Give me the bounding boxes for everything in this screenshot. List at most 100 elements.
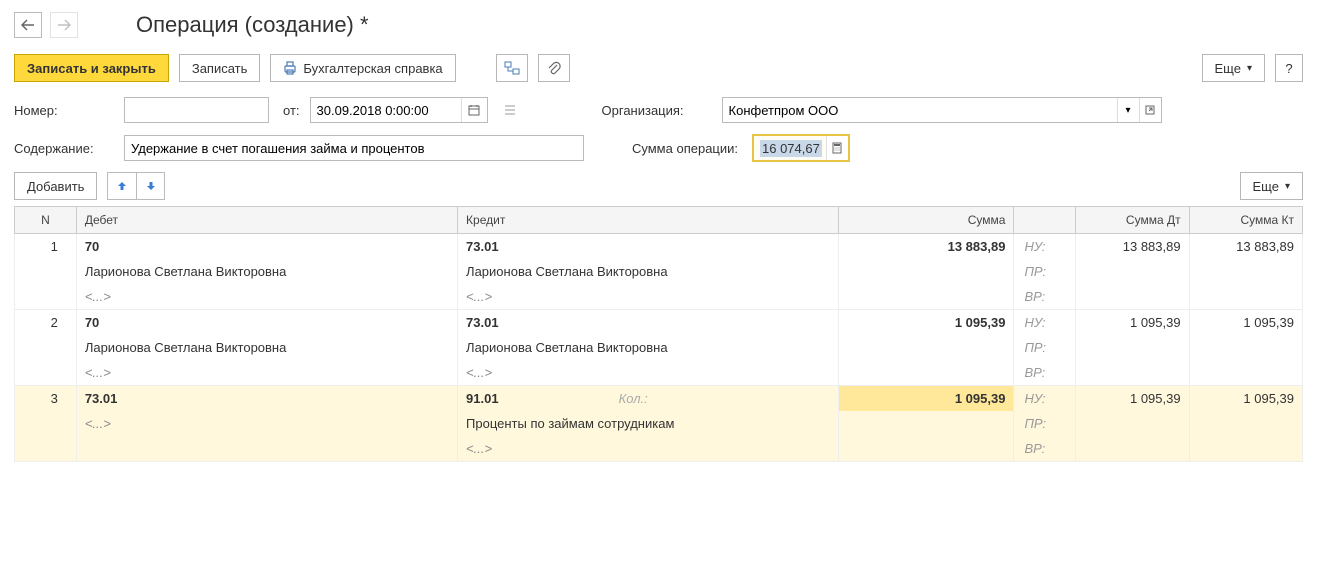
- cell-nu-dt[interactable]: 1 095,39: [1076, 310, 1189, 336]
- cell-vr-label: ВР:: [1014, 284, 1076, 310]
- date-input[interactable]: [311, 98, 461, 122]
- date-input-wrap: [310, 97, 488, 123]
- org-open-button[interactable]: [1139, 98, 1161, 122]
- list-icon: [503, 104, 517, 116]
- cell-credit-ph[interactable]: <...>: [458, 284, 839, 310]
- org-input-wrap: ▾: [722, 97, 1162, 123]
- calendar-button[interactable]: [461, 98, 487, 122]
- col-credit[interactable]: Кредит: [458, 207, 839, 234]
- cell-debit-ph[interactable]: <...>: [76, 360, 457, 386]
- col-sum[interactable]: Сумма: [839, 207, 1014, 234]
- sum-input[interactable]: 16 074,67: [760, 141, 826, 156]
- cell-credit-sub[interactable]: Ларионова Светлана Викторовна: [458, 335, 839, 360]
- col-lbl: [1014, 207, 1076, 234]
- cell-pr-label: ПР:: [1014, 335, 1076, 360]
- cell-debit-acc[interactable]: 70: [76, 310, 457, 336]
- date-label: от:: [283, 103, 300, 118]
- accounting-reference-label: Бухгалтерская справка: [303, 61, 442, 76]
- accounting-reference-button[interactable]: Бухгалтерская справка: [270, 54, 455, 82]
- attach-button[interactable]: [538, 54, 570, 82]
- printer-icon: [283, 61, 297, 75]
- table-more-button[interactable]: Еще: [1240, 172, 1303, 200]
- cell-pr-label: ПР:: [1014, 259, 1076, 284]
- cell-debit-ph[interactable]: <...>: [76, 284, 457, 310]
- table-row[interactable]: <...> ВР:: [15, 436, 1303, 462]
- col-sum-kt[interactable]: Сумма Кт: [1189, 207, 1302, 234]
- back-button[interactable]: [14, 12, 42, 38]
- save-button[interactable]: Записать: [179, 54, 261, 82]
- cell-nu-kt[interactable]: 1 095,39: [1189, 310, 1302, 336]
- sum-label: Сумма операции:: [632, 141, 742, 156]
- cell-pr-label: ПР:: [1014, 411, 1076, 436]
- table-row[interactable]: 17073.0113 883,89НУ:13 883,8913 883,89: [15, 234, 1303, 260]
- org-dropdown-button[interactable]: ▾: [1117, 98, 1139, 122]
- open-icon: [1145, 105, 1155, 115]
- cell-debit-sub[interactable]: Ларионова Светлана Викторовна: [76, 259, 457, 284]
- col-debit[interactable]: Дебет: [76, 207, 457, 234]
- cell-nu-label: НУ:: [1014, 386, 1076, 412]
- cell-sum[interactable]: 13 883,89: [839, 234, 1014, 260]
- move-row-group: [107, 172, 165, 200]
- dt-kt-button[interactable]: [496, 54, 528, 82]
- cell-credit-ph[interactable]: <...>: [458, 436, 839, 462]
- calendar-icon: [468, 104, 480, 116]
- arrow-down-icon: [145, 180, 157, 192]
- forward-button[interactable]: [50, 12, 78, 38]
- org-input[interactable]: [723, 98, 1117, 122]
- cell-n: 1: [15, 234, 77, 260]
- more-button[interactable]: Еще: [1202, 54, 1265, 82]
- help-button[interactable]: ?: [1275, 54, 1303, 82]
- form-row-1: Номер: от: Организация: ▾: [14, 96, 1303, 124]
- paperclip-icon: [547, 61, 561, 75]
- cell-nu-dt[interactable]: 1 095,39: [1076, 386, 1189, 412]
- arrow-up-icon: [116, 180, 128, 192]
- cell-credit-ph[interactable]: <...>: [458, 360, 839, 386]
- cell-n: 3: [15, 386, 77, 412]
- cell-sum[interactable]: 1 095,39: [839, 386, 1014, 412]
- cell-nu-kt[interactable]: 1 095,39: [1189, 386, 1302, 412]
- cell-credit-sub[interactable]: Ларионова Светлана Викторовна: [458, 259, 839, 284]
- content-input[interactable]: [124, 135, 584, 161]
- number-input[interactable]: [124, 97, 269, 123]
- dt-kt-icon: [504, 61, 520, 75]
- cell-credit-acc[interactable]: 73.01: [458, 310, 839, 336]
- table-row[interactable]: <...><...> ВР:: [15, 284, 1303, 310]
- table-header-row: N Дебет Кредит Сумма Сумма Дт Сумма Кт: [15, 207, 1303, 234]
- arrow-left-icon: [21, 19, 35, 31]
- cell-vr-label: ВР:: [1014, 436, 1076, 462]
- add-row-button[interactable]: Добавить: [14, 172, 97, 200]
- cell-nu-label: НУ:: [1014, 234, 1076, 260]
- move-down-button[interactable]: [136, 173, 164, 199]
- cell-credit-acc[interactable]: 73.01: [458, 234, 839, 260]
- cell-debit-ph[interactable]: [76, 436, 457, 462]
- content-label: Содержание:: [14, 141, 114, 156]
- number-label: Номер:: [14, 103, 114, 118]
- cell-debit-sub[interactable]: Ларионова Светлана Викторовна: [76, 335, 457, 360]
- list-button[interactable]: [498, 96, 522, 124]
- cell-nu-kt[interactable]: 13 883,89: [1189, 234, 1302, 260]
- table-row[interactable]: Ларионова Светлана ВикторовнаЛарионова С…: [15, 335, 1303, 360]
- cell-credit-acc[interactable]: 91.01Кол.:: [458, 386, 839, 412]
- col-n[interactable]: N: [15, 207, 77, 234]
- main-toolbar: Записать и закрыть Записать Бухгалтерска…: [14, 54, 1303, 82]
- form-row-2: Содержание: Сумма операции: 16 074,67: [14, 134, 1303, 162]
- calculator-icon: [832, 142, 842, 154]
- table-row[interactable]: <...><...>ВР:: [15, 360, 1303, 386]
- table-row[interactable]: 373.0191.01Кол.:1 095,39НУ:1 095,391 095…: [15, 386, 1303, 412]
- cell-debit-sub[interactable]: <...>: [76, 411, 457, 436]
- cell-debit-acc[interactable]: 70: [76, 234, 457, 260]
- calculator-button[interactable]: [826, 136, 848, 160]
- col-sum-dt[interactable]: Сумма Дт: [1076, 207, 1189, 234]
- nav-row: Операция (создание) *: [14, 12, 1303, 38]
- cell-credit-sub[interactable]: Проценты по займам сотрудникам: [458, 411, 839, 436]
- org-label: Организация:: [602, 103, 712, 118]
- cell-sum[interactable]: 1 095,39: [839, 310, 1014, 336]
- cell-nu-label: НУ:: [1014, 310, 1076, 336]
- table-row[interactable]: 27073.011 095,39НУ:1 095,391 095,39: [15, 310, 1303, 336]
- table-row[interactable]: Ларионова Светлана ВикторовнаЛарионова С…: [15, 259, 1303, 284]
- cell-nu-dt[interactable]: 13 883,89: [1076, 234, 1189, 260]
- cell-debit-acc[interactable]: 73.01: [76, 386, 457, 412]
- save-and-close-button[interactable]: Записать и закрыть: [14, 54, 169, 82]
- move-up-button[interactable]: [108, 173, 136, 199]
- table-row[interactable]: <...>Проценты по займам сотрудникам ПР:: [15, 411, 1303, 436]
